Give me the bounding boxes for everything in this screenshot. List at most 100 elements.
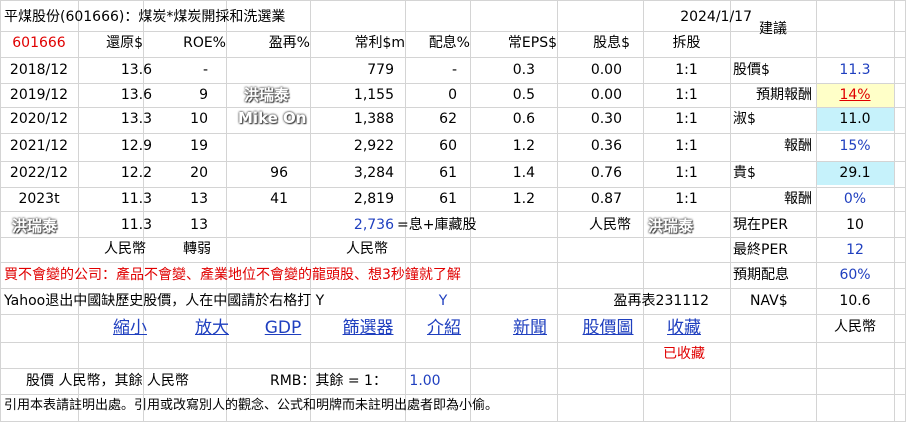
side-exp-div-label: 預期配息 <box>733 267 789 283</box>
cell-split: 1:1 <box>675 87 698 103</box>
grid-hline <box>0 314 906 315</box>
cell-restore: 13.3 <box>120 111 152 127</box>
cell-reinvest <box>226 59 288 81</box>
side-cheap-label: 淑$ <box>733 111 756 127</box>
link-price-chart[interactable]: 股價圖 <box>566 317 650 339</box>
cell-year: 2021/12 <box>9 138 69 154</box>
header-reinvest: 盈再% <box>268 35 310 51</box>
cell-profit: 2,819 <box>353 191 394 207</box>
header-profit: 常利$m <box>354 35 405 51</box>
cell-restore: 12.2 <box>120 165 152 181</box>
cell-div: 0.87 <box>590 191 622 207</box>
cell-profit: 3,284 <box>353 165 394 181</box>
header-restore: 還原$ <box>106 35 143 51</box>
link-intro[interactable]: 介紹 <box>410 317 478 339</box>
extra-restore: 11.3 <box>120 217 152 233</box>
cell-year: 2019/12 <box>9 87 69 103</box>
grid-hline <box>0 368 906 369</box>
link-favorite[interactable]: 收藏 <box>642 317 726 339</box>
side-exp-div-value: 60% <box>839 267 871 283</box>
side-per-now-value: 10 <box>846 217 864 233</box>
watermark-2: Mike On <box>238 109 307 127</box>
side-cheap-return-label: 報酬 <box>784 138 812 154</box>
cell-year: 2022/12 <box>9 165 69 181</box>
cell-reinvest: 96 <box>270 165 288 181</box>
grid-hline <box>0 211 906 212</box>
footer-note: 引用本表請註明出處。引用或改寫別人的觀念、公式和明牌而未註明出處者即為小偷。 <box>4 398 499 413</box>
cell-div: 0.00 <box>590 62 622 78</box>
cell-restore: 13.6 <box>120 62 152 78</box>
cell-roe: - <box>202 62 208 78</box>
grid-hline <box>0 262 906 263</box>
header-payout: 配息% <box>428 35 470 51</box>
cell-restore: 12.9 <box>120 138 152 154</box>
side-per-now-label: 現在PER <box>733 217 789 233</box>
side-nav-label: NAV$ <box>750 293 788 309</box>
side-exp-ret2-label: 報酬 <box>784 191 812 207</box>
cell-roe: 20 <box>190 165 208 181</box>
side-nav-value: 10.6 <box>839 293 871 309</box>
link-zoom-out[interactable]: 縮小 <box>88 317 172 339</box>
cell-split: 1:1 <box>675 111 698 127</box>
side-expensive-value: 29.1 <box>839 165 871 181</box>
side-cheap-return-value: 15% <box>839 138 871 154</box>
extra-profit: 2,736 <box>353 217 394 233</box>
grid-vline <box>730 0 731 422</box>
cell-roe: 19 <box>190 138 208 154</box>
cell-split: 1:1 <box>675 138 698 154</box>
side-expensive-label: 貴$ <box>733 165 756 181</box>
grid-hline <box>0 0 906 1</box>
side-price-label: 股價$ <box>733 62 770 78</box>
currency-note: 股價 人民幣，其餘 人民幣 <box>26 373 189 389</box>
cell-year: 2018/12 <box>9 62 69 78</box>
side-per-final-label: 最終PER <box>733 242 789 258</box>
cell-roe: 9 <box>199 87 208 103</box>
cell-eps: 0.5 <box>512 87 535 103</box>
header-eps: 常EPS$ <box>507 35 557 51</box>
cell-profit: 2,922 <box>353 138 394 154</box>
grid-hline <box>0 342 906 343</box>
side-cheap-value: 11.0 <box>839 111 871 127</box>
header-stock-code: 601666 <box>12 35 66 51</box>
extra-profit-note: =息+庫藏股 <box>397 217 477 233</box>
cell-profit: 1,388 <box>353 111 394 127</box>
side-currency: 人民幣 <box>834 319 876 335</box>
rmb-value[interactable]: 1.00 <box>405 370 445 392</box>
extra-roe: 13 <box>190 217 208 233</box>
extra-currency: 人民幣 <box>589 217 631 233</box>
cell-split: 1:1 <box>675 62 698 78</box>
cell-payout: 60 <box>439 138 457 154</box>
link-zoom-in[interactable]: 放大 <box>170 317 254 339</box>
cell-div: 0.00 <box>590 87 622 103</box>
yahoo-input-value[interactable]: Y <box>405 290 481 312</box>
cell-eps: 0.3 <box>512 62 535 78</box>
suggest-label: 建議 <box>759 21 787 37</box>
link-screener[interactable]: 篩選器 <box>320 317 416 339</box>
cell-div: 0.76 <box>590 165 622 181</box>
watermark-1: 洪瑞泰 <box>244 86 290 104</box>
cell-eps: 1.2 <box>512 138 535 154</box>
sheet-title: 平煤股份(601666)：煤炭*煤炭開採和洗選業 <box>4 9 286 25</box>
cell-eps: 1.2 <box>512 191 535 207</box>
unit-profit: 人民幣 <box>346 241 388 257</box>
grid-hline <box>0 57 906 58</box>
link-news[interactable]: 新聞 <box>490 317 570 339</box>
rmb-label: RMB：其餘 = 1： <box>270 373 387 389</box>
cell-reinvest: 41 <box>270 191 288 207</box>
unit-roe: 轉弱 <box>183 241 211 257</box>
header-dividend: 股息$ <box>593 35 630 51</box>
saved-status: 已收藏 <box>663 346 705 362</box>
cell-restore: 13.6 <box>120 87 152 103</box>
cell-restore: 11.3 <box>120 191 152 207</box>
cell-div: 0.36 <box>590 138 622 154</box>
cell-eps: 1.4 <box>512 165 535 181</box>
side-exp-ret2-value: 0% <box>843 191 867 207</box>
cell-payout: - <box>451 62 457 78</box>
unit-restore: 人民幣 <box>104 241 146 257</box>
grid-hline <box>0 288 906 289</box>
link-gdp[interactable]: GDP <box>245 317 321 339</box>
cell-split: 1:1 <box>675 165 698 181</box>
yahoo-note: Yahoo退出中國缺歷史股價，人在中國請於右格打 Y <box>4 293 325 309</box>
cell-payout: 0 <box>448 87 457 103</box>
cell-payout: 62 <box>439 111 457 127</box>
